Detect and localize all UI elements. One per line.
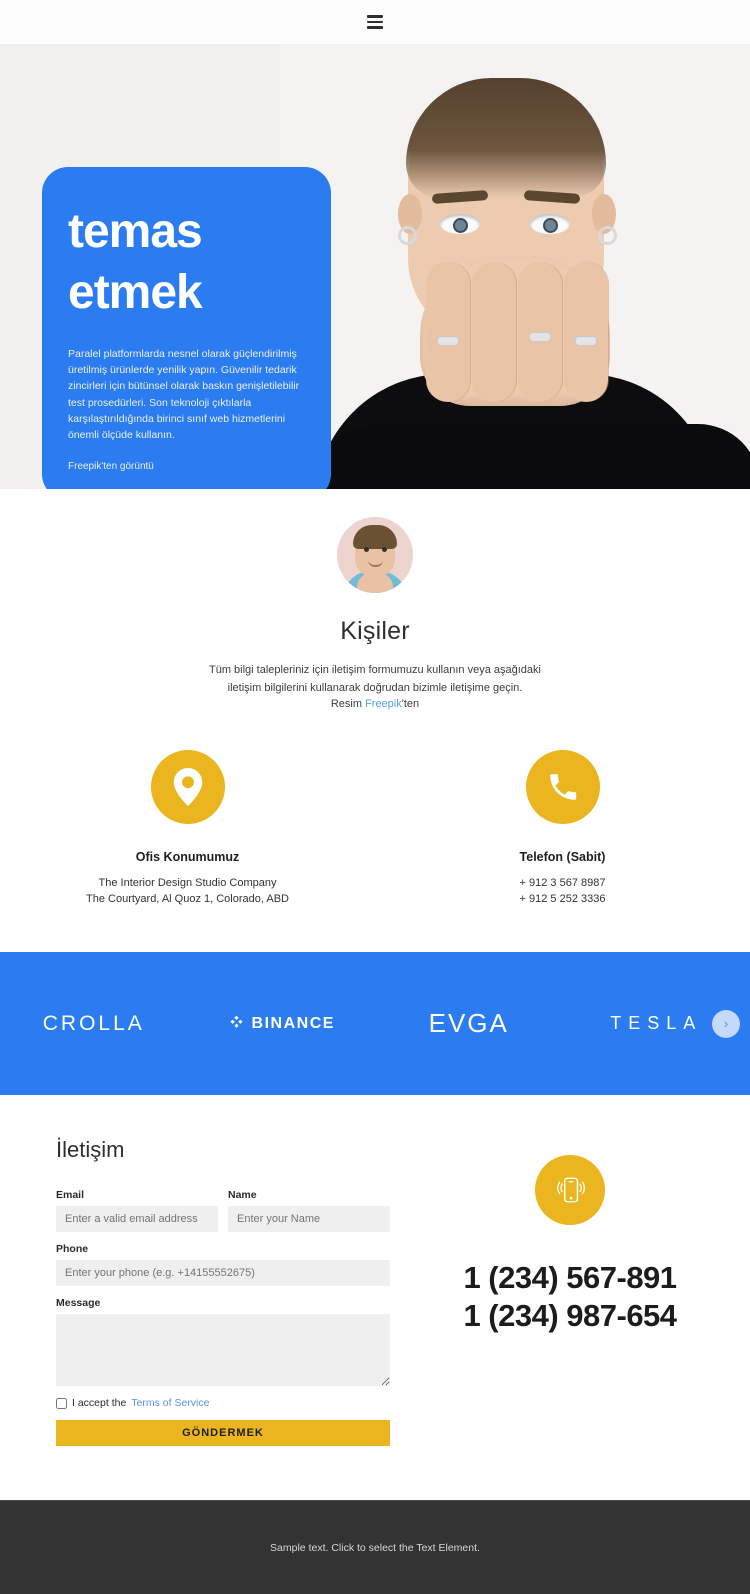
contact-form-section: İletişim Email Name Phone Message: [0, 1095, 750, 1500]
message-field[interactable]: [56, 1314, 390, 1386]
terms-of-service-link[interactable]: Terms of Service: [131, 1397, 209, 1409]
site-footer: Sample text. Click to select the Text El…: [0, 1500, 750, 1594]
logo-evga[interactable]: EVGA: [375, 1008, 563, 1039]
logo-binance-label: BINANCE: [252, 1015, 335, 1033]
freepik-link[interactable]: Freepik: [365, 698, 402, 710]
contacts-lede: Tüm bilgi talepleriniz için iletişim for…: [205, 661, 545, 697]
contacts-heading: Kişiler: [0, 617, 750, 646]
contact-card-line: + 912 3 567 8987: [375, 876, 750, 892]
contact-cards: Ofis Konumumuz The Interior Design Studi…: [0, 750, 750, 908]
binance-diamond-icon: [228, 1015, 245, 1032]
contact-card-phone: Telefon (Sabit) + 912 3 567 8987 + 912 5…: [375, 750, 750, 908]
phone-number-primary[interactable]: 1 (234) 567-891: [390, 1259, 750, 1297]
name-field[interactable]: [228, 1206, 390, 1232]
earring-icon: [398, 226, 417, 245]
hero-image-credit: Freepik'ten görüntü: [68, 461, 305, 472]
credit-prefix: Resim: [331, 698, 365, 710]
burger-bar: [367, 21, 383, 24]
phone-number-secondary[interactable]: 1 (234) 987-654: [390, 1297, 750, 1335]
hero-description: Paralel platformlarda nesnel olarak güçl…: [68, 346, 305, 444]
contact-card-office: Ofis Konumumuz The Interior Design Studi…: [0, 750, 375, 908]
partner-logo-carousel: CROLLA BINANCE EVGA TESLA ›: [0, 952, 750, 1095]
logo-crolla-label: CROLLA: [43, 1012, 145, 1036]
footer-text[interactable]: Sample text. Click to select the Text El…: [270, 1542, 480, 1554]
burger-bar: [367, 15, 383, 18]
name-group: Name: [228, 1189, 390, 1232]
submit-button[interactable]: GÖNDERMEK: [56, 1420, 390, 1446]
form-title: İletişim: [56, 1137, 390, 1163]
message-group: Message: [56, 1297, 390, 1386]
contacts-image-credit: Resim Freepik'ten: [0, 698, 750, 710]
contacts-section: Kişiler Tüm bilgi talepleriniz için ilet…: [0, 489, 750, 952]
name-label: Name: [228, 1189, 390, 1201]
accept-terms-text: I accept the: [72, 1397, 126, 1409]
logo-evga-label: EVGA: [429, 1008, 509, 1039]
logo-tesla-label: TESLA: [610, 1013, 702, 1034]
message-label: Message: [56, 1297, 390, 1309]
email-group: Email: [56, 1189, 218, 1232]
email-label: Email: [56, 1189, 218, 1201]
hero-text-card: temas etmek Paralel platformlarda nesnel…: [42, 167, 331, 489]
carousel-next-arrow-icon[interactable]: ›: [712, 1010, 740, 1038]
hero-title-line2: etmek: [68, 262, 305, 323]
phone-callout: 1 (234) 567-891 1 (234) 987-654: [390, 1137, 750, 1446]
contact-form: İletişim Email Name Phone Message: [0, 1137, 390, 1446]
accept-terms-row[interactable]: I accept the Terms of Service: [56, 1397, 390, 1409]
contact-card-line: The Courtyard, Al Quoz 1, Colorado, ABD: [0, 892, 375, 908]
contact-card-title: Ofis Konumumuz: [0, 850, 375, 864]
logo-binance[interactable]: BINANCE: [188, 1015, 376, 1033]
accept-terms-checkbox[interactable]: [56, 1398, 67, 1409]
burger-bar: [367, 26, 383, 29]
location-pin-icon: [151, 750, 225, 824]
mobile-ringing-icon: [535, 1155, 605, 1225]
hamburger-menu-icon[interactable]: [367, 15, 383, 29]
contact-card-line: The Interior Design Studio Company: [0, 876, 375, 892]
email-field[interactable]: [56, 1206, 218, 1232]
logo-crolla[interactable]: CROLLA: [0, 1012, 188, 1036]
phone-handset-icon: [526, 750, 600, 824]
phone-label: Phone: [56, 1243, 390, 1255]
contact-card-title: Telefon (Sabit): [375, 850, 750, 864]
hero-section: temas etmek Paralel platformlarda nesnel…: [0, 44, 750, 489]
credit-suffix: 'ten: [402, 698, 419, 710]
phone-group: Phone: [56, 1243, 390, 1286]
avatar: [337, 517, 413, 593]
earring-icon: [598, 226, 617, 245]
page-root: temas etmek Paralel platformlarda nesnel…: [0, 0, 750, 1594]
hero-portrait-image: [280, 44, 750, 489]
site-header: [0, 0, 750, 44]
phone-field[interactable]: [56, 1260, 390, 1286]
contact-card-line: + 912 5 252 3336: [375, 892, 750, 908]
hero-title-line1: temas: [68, 201, 305, 262]
